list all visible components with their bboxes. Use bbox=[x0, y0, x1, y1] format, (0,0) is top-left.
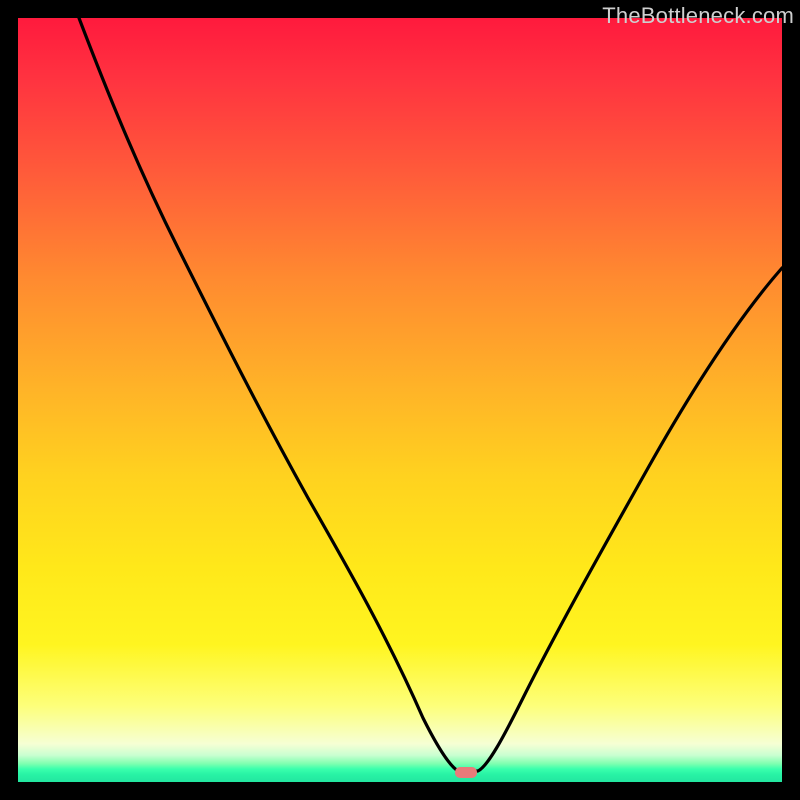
optimal-marker bbox=[455, 767, 477, 778]
plot-area bbox=[18, 18, 782, 782]
bottleneck-curve bbox=[18, 18, 782, 782]
chart-frame: TheBottleneck.com bbox=[0, 0, 800, 800]
curve-path bbox=[79, 18, 782, 771]
watermark-text: TheBottleneck.com bbox=[602, 3, 794, 29]
